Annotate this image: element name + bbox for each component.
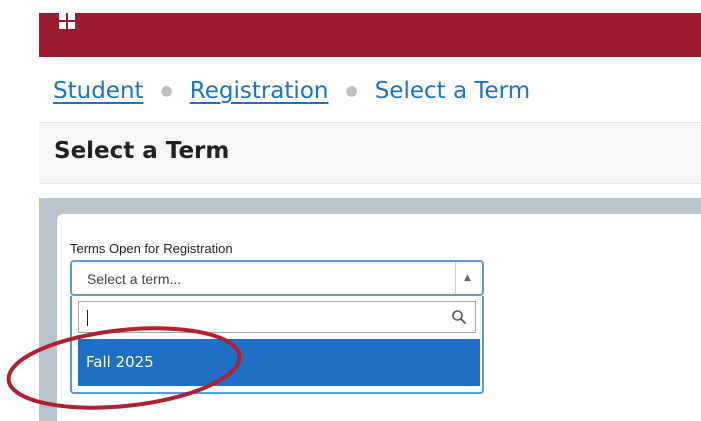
term-dropdown: Fall 2025: [70, 296, 484, 394]
grid-menu-icon[interactable]: [59, 13, 75, 29]
term-option-label: Fall 2025: [86, 353, 154, 371]
term-select-placeholder: Select a term...: [87, 271, 182, 287]
text-cursor: [87, 310, 88, 326]
breadcrumb-student-link[interactable]: Student: [53, 78, 144, 104]
breadcrumb-separator-icon: ●: [160, 83, 173, 99]
page-title-band: Select a Term: [39, 122, 701, 184]
term-search-input[interactable]: [78, 301, 476, 333]
search-icon: [452, 310, 467, 325]
breadcrumb-registration-link[interactable]: Registration: [190, 78, 329, 104]
term-option-fall-2025[interactable]: Fall 2025: [78, 339, 480, 386]
breadcrumb: Student ● Registration ● Select a Term: [53, 76, 530, 106]
caret-up-icon: ▲: [464, 273, 471, 283]
top-header-bar: [39, 13, 701, 57]
breadcrumb-current: Select a Term: [374, 78, 531, 104]
term-select-toggle[interactable]: ▲: [455, 262, 482, 294]
breadcrumb-separator-icon: ●: [345, 83, 358, 99]
terms-field-label: Terms Open for Registration: [70, 241, 233, 256]
term-select[interactable]: Select a term... ▲: [70, 260, 484, 296]
page-title: Select a Term: [54, 138, 230, 164]
